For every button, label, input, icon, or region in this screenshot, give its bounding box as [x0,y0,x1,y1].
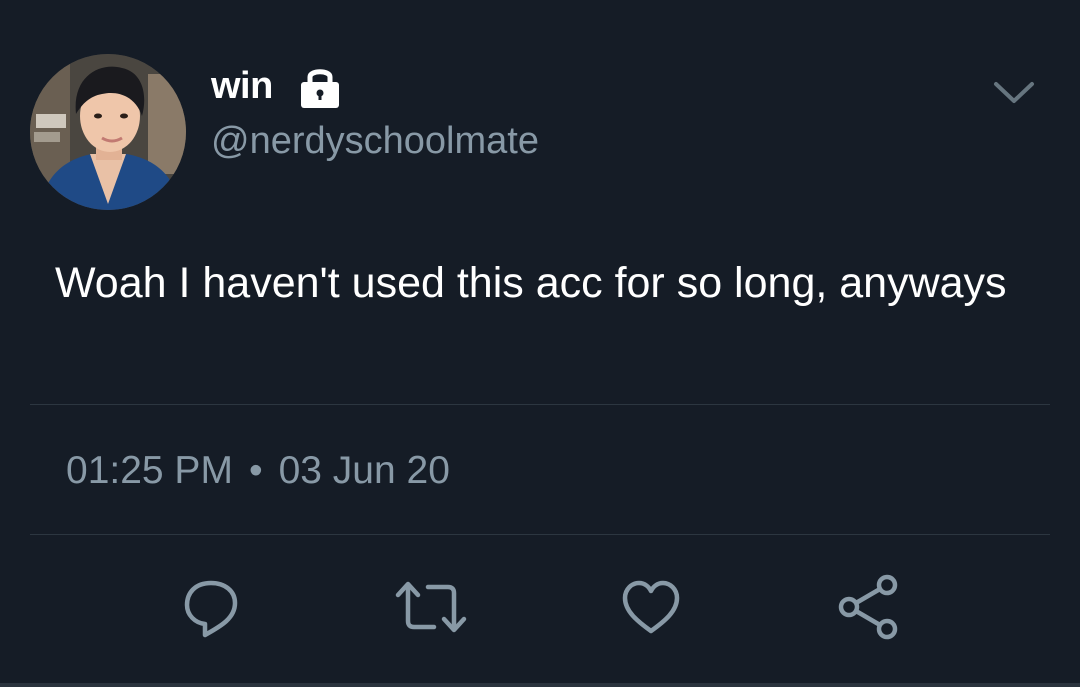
like-button[interactable] [614,570,688,644]
share-button[interactable] [832,570,906,644]
heart-icon [622,580,680,634]
divider [30,404,1050,405]
tweet-text: Woah I haven't used this acc for so long… [55,259,1007,307]
tweet-actions [0,570,1080,644]
chevron-down-icon[interactable] [990,74,1038,110]
tweet-time: 01:25 PM [66,449,233,492]
tweet-date: 03 Jun 20 [278,449,450,492]
divider [30,534,1050,535]
tweet-detail: win @nerdyschoolmate Woah I haven't used… [0,0,1080,687]
reply-button[interactable] [174,570,248,644]
retweet-button[interactable] [394,570,468,644]
display-name-row: win [211,64,343,108]
avatar-photo [30,54,186,210]
tweet-timestamp: 01:25 PM • 03 Jun 20 [66,449,450,493]
display-name[interactable]: win [211,65,273,108]
retweet-icon [395,581,467,633]
lock-icon [297,63,343,109]
avatar[interactable] [30,54,186,210]
user-handle[interactable]: @nerdyschoolmate [211,120,539,163]
separator-dot: • [248,449,263,492]
comment-icon [184,580,238,638]
bottom-divider [0,683,1080,687]
share-icon [838,574,898,640]
